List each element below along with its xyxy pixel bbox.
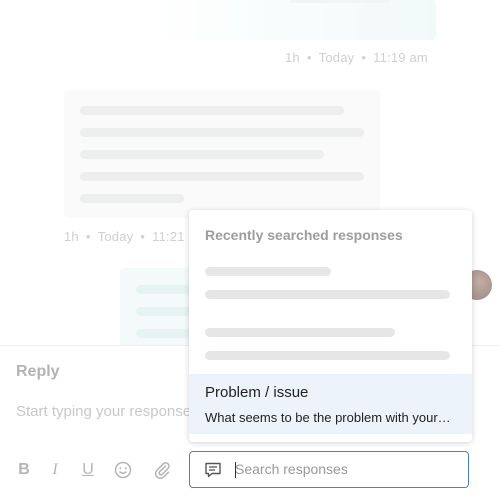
search-responses-input[interactable] xyxy=(235,452,455,486)
bold-button[interactable]: B xyxy=(14,458,34,482)
response-title: Problem / issue xyxy=(205,384,309,401)
smiley-icon[interactable] xyxy=(113,458,133,482)
tab-reply[interactable]: Reply xyxy=(16,363,60,381)
response-item[interactable]: Problem / issue What seems to be the pro… xyxy=(189,374,472,434)
text-caret xyxy=(235,462,236,478)
response-preview: What seems to be the problem with your o… xyxy=(205,410,453,425)
chat-bubble-icon xyxy=(204,461,222,479)
underline-button[interactable]: U xyxy=(78,458,98,482)
italic-button[interactable]: I xyxy=(45,458,65,482)
loading-skeleton-line xyxy=(205,267,331,276)
loading-skeleton-line xyxy=(205,290,450,299)
loading-skeleton-line xyxy=(205,351,450,360)
search-responses-box[interactable] xyxy=(189,451,469,488)
responses-dropdown: Recently searched responses Problem / is… xyxy=(189,210,472,442)
dropdown-header: Recently searched responses xyxy=(205,227,403,243)
reply-input[interactable]: Start typing your response xyxy=(16,403,196,420)
formatting-toolbar: B I U xyxy=(0,456,190,484)
paperclip-icon[interactable] xyxy=(152,458,172,482)
loading-skeleton-line xyxy=(205,328,395,337)
